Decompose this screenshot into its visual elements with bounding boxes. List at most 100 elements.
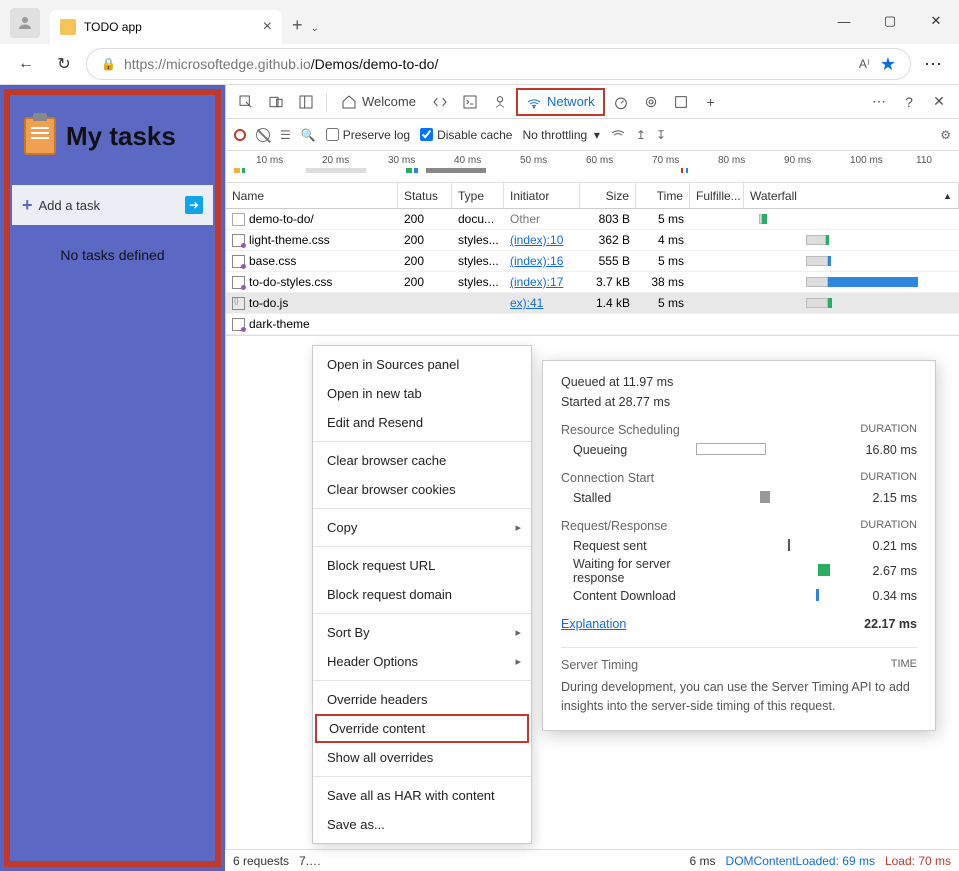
address-box[interactable]: 🔒 https://microsoftedge.github.io/Demos/… xyxy=(86,48,911,80)
menu-item[interactable]: Show all overrides xyxy=(313,743,531,772)
menu-item[interactable]: Open in new tab xyxy=(313,379,531,408)
window-minimize[interactable]: — xyxy=(821,4,867,38)
record-icon[interactable] xyxy=(234,129,246,141)
inspect-icon[interactable] xyxy=(232,88,260,116)
table-row[interactable]: light-theme.css 200 styles... (index):10… xyxy=(226,230,959,251)
col-name: Name xyxy=(226,183,398,208)
tab-application-icon[interactable] xyxy=(667,88,695,116)
menu-item[interactable]: Block request domain xyxy=(313,580,531,609)
favorite-icon[interactable]: ★ xyxy=(880,54,896,75)
file-icon xyxy=(232,276,245,289)
timeline-tick: 100 ms xyxy=(850,155,883,166)
tab-memory-icon[interactable] xyxy=(637,88,665,116)
network-conditions-icon[interactable] xyxy=(610,125,626,144)
menu-item[interactable]: Open in Sources panel xyxy=(313,350,531,379)
filter-icon[interactable]: ☰ xyxy=(280,128,291,142)
tab-title: TODO app xyxy=(84,20,263,34)
close-tab-icon[interactable]: × xyxy=(263,18,272,36)
network-settings-icon[interactable]: ⚙ xyxy=(940,128,951,142)
menu-item[interactable]: Save as... xyxy=(313,810,531,839)
export-har-icon[interactable]: ↧ xyxy=(656,128,666,142)
file-icon xyxy=(232,234,245,247)
new-tab-button[interactable]: + xyxy=(292,15,303,36)
tab-console-icon[interactable] xyxy=(456,88,484,116)
timeline-tick: 60 ms xyxy=(586,155,613,166)
dock-icon[interactable] xyxy=(292,88,320,116)
menu-item[interactable]: Block request URL xyxy=(313,551,531,580)
tab-favicon xyxy=(60,19,76,35)
page-title: My tasks xyxy=(66,121,176,152)
device-toggle-icon[interactable] xyxy=(262,88,290,116)
dcl-time: DOMContentLoaded: 69 ms xyxy=(726,854,875,868)
network-timeline[interactable]: 10 ms20 ms30 ms40 ms50 ms60 ms70 ms80 ms… xyxy=(226,151,959,183)
table-row[interactable]: to-do.js ex):41 1.4 kB 5 ms xyxy=(226,293,959,314)
transferred: 7.… xyxy=(299,854,321,868)
menu-item[interactable]: Edit and Resend xyxy=(313,408,531,437)
throttling-select[interactable]: No throttling ▾ xyxy=(522,128,599,142)
clear-icon[interactable] xyxy=(256,128,270,142)
timeline-tick: 10 ms xyxy=(256,155,283,166)
menu-item[interactable]: Copy xyxy=(313,513,531,542)
col-fulfilled: Fulfille... xyxy=(690,183,744,208)
devtools-tabbar: Welcome Network + ⋯ ? ✕ xyxy=(226,85,959,119)
timeline-tick: 20 ms xyxy=(322,155,349,166)
tab-sources-icon[interactable] xyxy=(486,88,514,116)
no-tasks-message: No tasks defined xyxy=(10,225,215,285)
menu-item[interactable]: Override content xyxy=(315,714,529,743)
menu-item[interactable]: Override headers xyxy=(313,685,531,714)
profile-avatar[interactable] xyxy=(10,8,40,38)
disable-cache-checkbox[interactable]: Disable cache xyxy=(420,128,512,142)
initiator-link[interactable]: (index):10 xyxy=(510,233,563,247)
menu-item[interactable]: Sort By xyxy=(313,618,531,647)
window-titlebar: TODO app × + ⌄ — ▢ ✕ xyxy=(0,0,959,44)
initiator-link[interactable]: ex):41 xyxy=(510,296,543,310)
file-icon xyxy=(232,297,245,310)
address-bar-row: ← ↻ 🔒 https://microsoftedge.github.io/De… xyxy=(0,44,959,84)
table-row[interactable]: dark-theme xyxy=(226,314,959,335)
table-row[interactable]: to-do-styles.css 200 styles... (index):1… xyxy=(226,272,959,293)
devtools-close-icon[interactable]: ✕ xyxy=(925,88,953,116)
initiator-link[interactable]: (index):17 xyxy=(510,275,563,289)
add-task-row[interactable]: + Add a task ➜ xyxy=(12,185,213,225)
menu-item[interactable]: Header Options xyxy=(313,647,531,676)
request-count: 6 requests xyxy=(233,854,289,868)
back-button[interactable]: ← xyxy=(10,48,42,80)
devtools-help-icon[interactable]: ? xyxy=(895,88,923,116)
timing-tooltip: Queued at 11.97 ms Started at 28.77 ms R… xyxy=(542,360,936,731)
tab-performance-icon[interactable] xyxy=(607,88,635,116)
tab-overflow-icon[interactable]: ⌄ xyxy=(311,23,319,34)
refresh-button[interactable]: ↻ xyxy=(48,48,80,80)
window-close[interactable]: ✕ xyxy=(913,4,959,38)
network-toolbar: ☰ 🔍 Preserve log Disable cache No thrott… xyxy=(226,119,959,151)
submit-task-icon[interactable]: ➜ xyxy=(185,196,203,214)
clipboard-icon xyxy=(24,117,56,155)
read-aloud-icon[interactable]: A⁾ xyxy=(859,57,870,71)
search-icon[interactable]: 🔍 xyxy=(301,128,316,142)
add-task-label: Add a task xyxy=(39,198,100,213)
menu-item[interactable]: Clear browser cache xyxy=(313,446,531,475)
menu-item[interactable]: Clear browser cookies xyxy=(313,475,531,504)
window-maximize[interactable]: ▢ xyxy=(867,4,913,38)
table-header[interactable]: Name Status Type Initiator Size Time Ful… xyxy=(226,183,959,209)
table-row[interactable]: demo-to-do/ 200 docu... Other 803 B 5 ms xyxy=(226,209,959,230)
col-initiator: Initiator xyxy=(504,183,580,208)
tab-network[interactable]: Network xyxy=(516,88,605,116)
page-viewport: My tasks + Add a task ➜ No tasks defined xyxy=(0,85,225,871)
preserve-log-checkbox[interactable]: Preserve log xyxy=(326,128,410,142)
browser-menu-icon[interactable]: ⋯ xyxy=(917,48,949,80)
queued-at: Queued at 11.97 ms xyxy=(561,375,917,389)
timeline-tick: 70 ms xyxy=(652,155,679,166)
tab-welcome[interactable]: Welcome xyxy=(333,88,424,116)
browser-tab[interactable]: TODO app × xyxy=(50,10,282,44)
explanation-link[interactable]: Explanation xyxy=(561,617,626,631)
table-row[interactable]: base.css 200 styles... (index):16 555 B … xyxy=(226,251,959,272)
timeline-tick: 110 xyxy=(916,155,932,166)
initiator-link[interactable]: (index):16 xyxy=(510,254,563,268)
col-status: Status xyxy=(398,183,452,208)
import-har-icon[interactable]: ↥ xyxy=(636,128,646,142)
tab-elements-icon[interactable] xyxy=(426,88,454,116)
started-at: Started at 28.77 ms xyxy=(561,395,917,409)
menu-item[interactable]: Save all as HAR with content xyxy=(313,781,531,810)
devtools-more-icon[interactable]: ⋯ xyxy=(865,88,893,116)
more-tabs-icon[interactable]: + xyxy=(697,88,725,116)
